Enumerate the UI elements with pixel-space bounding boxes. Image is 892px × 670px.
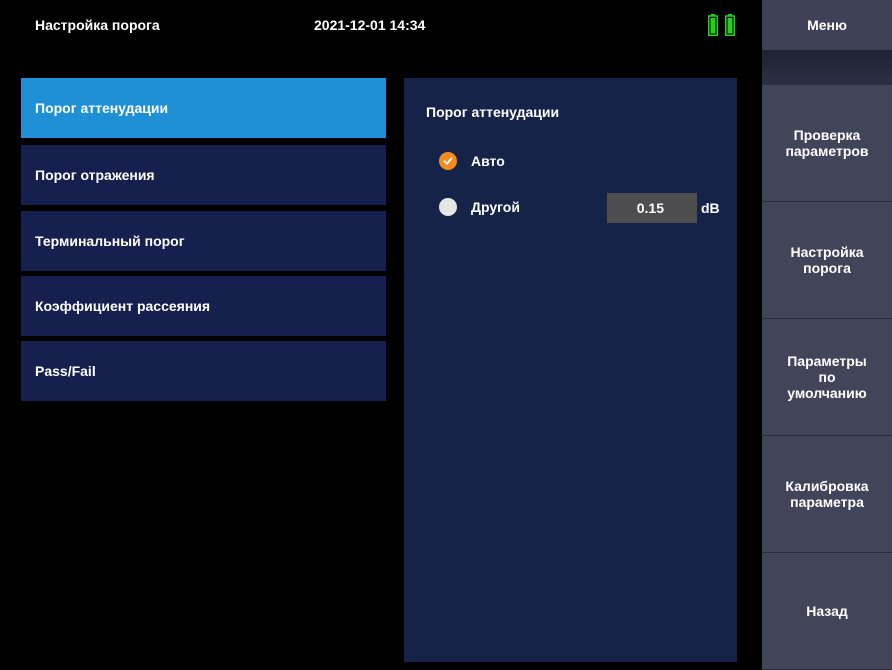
menu-divider	[762, 50, 892, 85]
nav-item-reflection-threshold[interactable]: Порог отражения	[21, 145, 386, 205]
threshold-unit: dB	[701, 200, 720, 216]
page-title: Настройка порога	[35, 17, 160, 33]
battery-icon	[708, 14, 735, 36]
nav-item-scattering-coefficient[interactable]: Коэффициент рассеяния	[21, 276, 386, 336]
check-icon	[443, 157, 453, 165]
nav-item-terminal-threshold[interactable]: Терминальный порог	[21, 211, 386, 271]
nav-item-attenuation-threshold[interactable]: Порог аттенудации	[21, 78, 386, 138]
nav-item-pass-fail[interactable]: Pass/Fail	[21, 341, 386, 401]
header-bar: Настройка порога 2021-12-01 14:34	[0, 0, 760, 50]
threshold-settings-button[interactable]: Настройка порога	[762, 202, 892, 319]
radio-label-auto: Авто	[471, 153, 505, 169]
settings-panel: Порог аттенудации Авто Другой 0.15 dB	[404, 78, 737, 662]
function-key-sidebar: Проверка параметров Настройка порога Пар…	[762, 85, 892, 670]
radio-option-auto[interactable]: Авто	[439, 150, 505, 172]
check-parameters-button[interactable]: Проверка параметров	[762, 85, 892, 202]
panel-title: Порог аттенудации	[426, 104, 560, 120]
datetime-display: 2021-12-01 14:34	[314, 17, 426, 33]
radio-checked-indicator[interactable]	[439, 152, 457, 170]
threshold-value: 0.15	[636, 200, 664, 216]
threshold-value-field[interactable]: 0.15	[607, 193, 697, 223]
back-button[interactable]: Назад	[762, 553, 892, 670]
menu-title: Меню	[762, 0, 892, 50]
radio-unchecked-indicator[interactable]	[439, 198, 457, 216]
radio-option-other[interactable]: Другой	[439, 196, 520, 218]
radio-label-other: Другой	[471, 199, 520, 215]
default-parameters-button[interactable]: Параметры по умолчанию	[762, 319, 892, 436]
calibrate-parameter-button[interactable]: Калибровка параметра	[762, 436, 892, 553]
